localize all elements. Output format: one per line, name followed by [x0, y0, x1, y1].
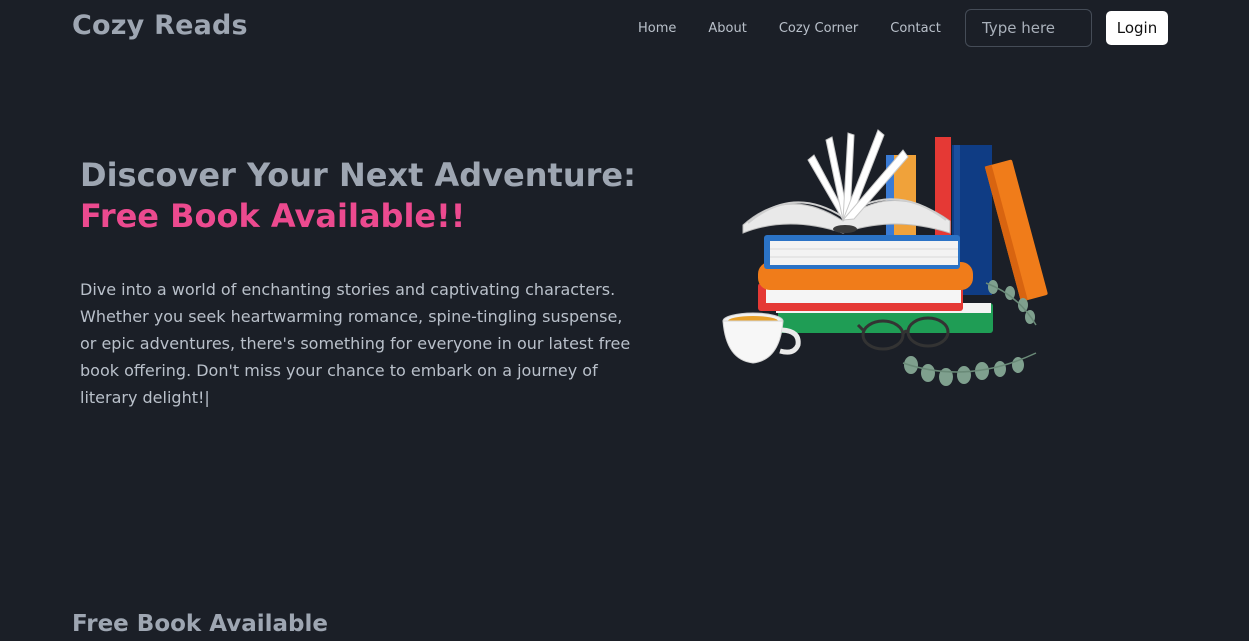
nav-link-about[interactable]: About: [692, 20, 762, 38]
hero-title-highlight: Free Book Available!!: [80, 197, 466, 235]
section-title: Free Book Available: [72, 611, 328, 637]
login-button[interactable]: Login: [1106, 11, 1168, 45]
nav-link-contact[interactable]: Contact: [874, 20, 957, 38]
hero-title: Discover Your Next Adventure: Free Book …: [80, 155, 636, 237]
search-input[interactable]: [965, 9, 1092, 47]
nav-link-home[interactable]: Home: [622, 20, 692, 38]
main-nav: Home About Cozy Corner Contact: [622, 20, 957, 38]
text-caret: |: [204, 388, 210, 407]
book-stack-illustration: [722, 129, 1048, 386]
nav-link-cozy-corner[interactable]: Cozy Corner: [763, 20, 874, 38]
page: Cozy Reads Home About Cozy Corner Contac…: [0, 0, 1249, 641]
hero-description-text: Dive into a world of enchanting stories …: [80, 280, 631, 407]
hero-description: Dive into a world of enchanting stories …: [80, 276, 635, 411]
brand-logo[interactable]: Cozy Reads: [72, 10, 248, 41]
hero-title-line1: Discover Your Next Adventure:: [80, 156, 636, 194]
